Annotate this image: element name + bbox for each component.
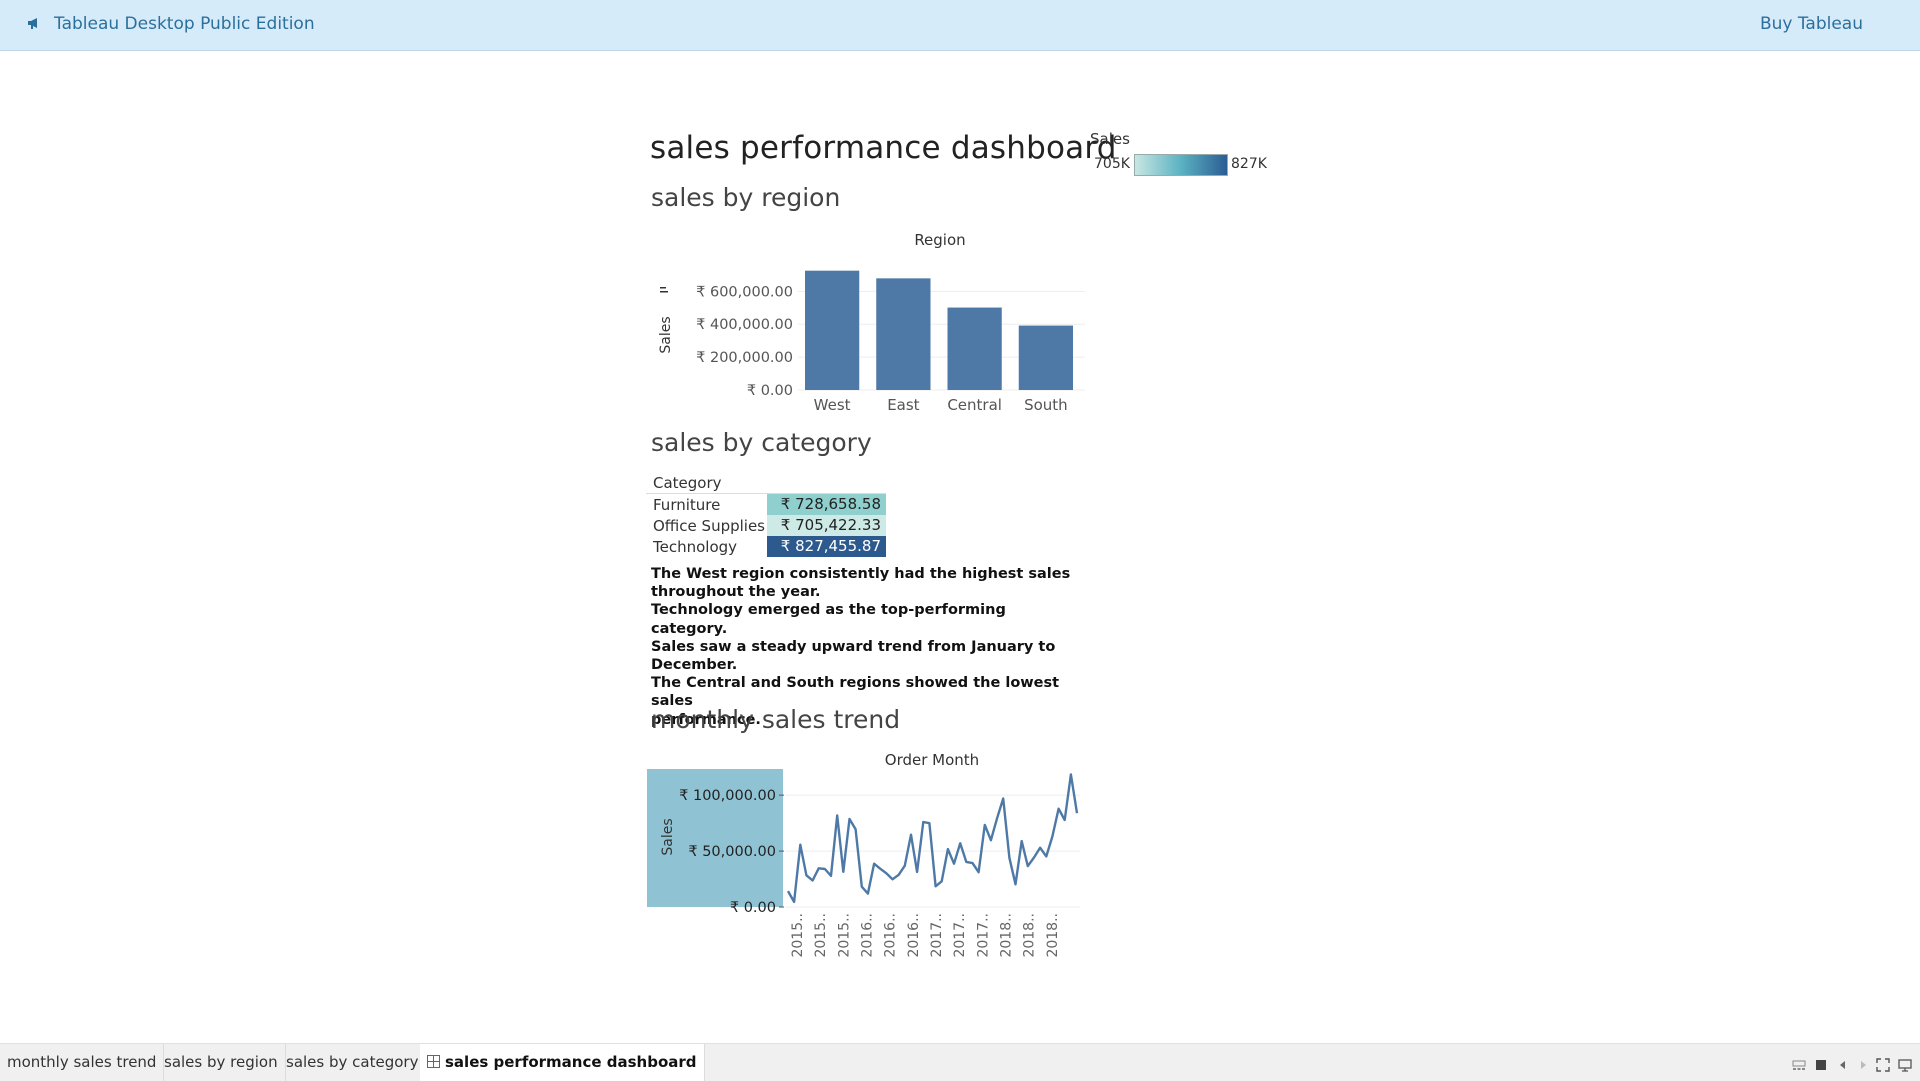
megaphone-icon[interactable]	[26, 15, 42, 31]
tab-sales-by-category[interactable]: sales by category	[279, 1044, 427, 1081]
section-title-trend: monthly sales trend	[651, 705, 901, 734]
category-name: Furniture	[653, 496, 721, 514]
x-tick-label: 2017..	[975, 913, 991, 958]
x-tick-label: 2018..	[1045, 913, 1061, 958]
dashboard-title: sales performance dashboard	[650, 130, 1117, 166]
sort-icon	[660, 287, 666, 289]
category-value-cell[interactable]: ₹ 705,422.33	[767, 515, 886, 536]
section-title-category: sales by category	[651, 428, 872, 457]
x-tick-label: East	[887, 396, 919, 414]
x-tick-label: 2016..	[860, 913, 876, 958]
x-tick-label: 2018..	[1022, 913, 1038, 958]
x-tick-label: 2015..	[836, 913, 852, 958]
y-axis-label: Sales	[660, 818, 676, 855]
tab-monthly-sales-trend[interactable]: monthly sales trend	[0, 1044, 165, 1081]
region-bar[interactable]	[947, 307, 1002, 390]
category-value-cell[interactable]: ₹ 827,455.87	[767, 536, 886, 557]
y-tick-label: ₹ 100,000.00	[679, 788, 776, 804]
x-tick-label: 2017..	[929, 913, 945, 958]
filmstrip-view-icon[interactable]	[1792, 1058, 1806, 1072]
legend-min-label: 705K	[1094, 156, 1130, 172]
previous-sheet-icon[interactable]	[1836, 1058, 1850, 1072]
tab-sales-performance-dashboard[interactable]: sales performance dashboard	[420, 1044, 705, 1081]
sales-trend-line[interactable]	[786, 773, 1079, 904]
category-name: Technology	[653, 538, 738, 556]
category-name: Office Supplies	[653, 517, 766, 535]
x-tick-label: 2016..	[883, 913, 899, 958]
tab-sales-by-region[interactable]: sales by region	[157, 1044, 286, 1081]
category-value-cell[interactable]: ₹ 728,658.58	[767, 494, 886, 515]
x-tick-label: 2015..	[813, 913, 829, 958]
y-tick-label: ₹ 0.00	[747, 383, 793, 399]
y-tick-label: ₹ 600,000.00	[696, 284, 793, 300]
y-tick-label: ₹ 400,000.00	[696, 317, 793, 333]
dashboard-tab-icon	[427, 1055, 440, 1068]
sheet-view-icon[interactable]	[1814, 1058, 1828, 1072]
chart-header: Region	[914, 231, 965, 249]
presentation-mode-icon[interactable]	[1898, 1058, 1912, 1072]
x-tick-label: 2015..	[790, 913, 806, 958]
x-tick-label: West	[814, 396, 851, 414]
next-sheet-icon[interactable]	[1856, 1058, 1870, 1072]
region-bar[interactable]	[805, 270, 860, 390]
y-tick-label: ₹ 0.00	[730, 900, 776, 916]
category-row[interactable]: Furniture ₹ 728,658.58	[646, 494, 886, 515]
insight-line: The West region consistently had the hig…	[651, 566, 1071, 582]
section-title-region: sales by region	[651, 183, 841, 212]
x-tick-label: 2017..	[952, 913, 968, 958]
insight-line: Sales saw a steady upward trend from Jan…	[651, 638, 1056, 655]
tab-label: sales by region	[164, 1053, 278, 1071]
region-bar-chart[interactable]: Region ₹ 600,000.00 ₹ 400,000.00 ₹ 200,000.…	[650, 225, 1090, 415]
tab-label: sales performance dashboard	[445, 1053, 697, 1071]
insight-line: December.	[651, 657, 738, 674]
y-tick-label: ₹ 200,000.00	[696, 350, 793, 366]
region-bar[interactable]	[1018, 325, 1073, 390]
tab-label: monthly sales trend	[7, 1053, 157, 1071]
insight-line: throughout the year.	[651, 584, 821, 601]
monthly-trend-line-chart[interactable]: Order Month Sales₹ 100,000.00 ₹ 50,000.00 ₹…	[645, 745, 1085, 970]
app-title: Tableau Desktop Public Edition	[54, 14, 315, 34]
x-tick-label: 2016..	[906, 913, 922, 958]
fullscreen-icon[interactable]	[1876, 1058, 1890, 1072]
y-tick-label: ₹ 50,000.00	[688, 844, 776, 860]
category-row[interactable]: Technology ₹ 827,455.87	[646, 536, 886, 557]
tab-label: sales by category	[286, 1053, 419, 1071]
y-axis-label: Sales	[658, 316, 674, 353]
insight-line: Technology emerged as the top-performing…	[651, 602, 1006, 637]
buy-tableau-link[interactable]: Buy Tableau	[1760, 14, 1863, 34]
legend-max-label: 827K	[1231, 156, 1267, 172]
category-row[interactable]: Office Supplies ₹ 705,422.33	[646, 515, 886, 536]
top-bar: Tableau Desktop Public Edition Buy Table…	[0, 0, 1920, 51]
region-bar[interactable]	[876, 278, 931, 390]
x-tick-label: Central	[947, 396, 1002, 414]
category-column-header: Category	[653, 474, 722, 492]
x-tick-label: 2018..	[999, 913, 1015, 958]
x-tick-label: South	[1024, 396, 1068, 414]
chart-header: Order Month	[885, 751, 979, 769]
color-legend-gradient[interactable]	[1134, 154, 1228, 176]
sort-icon	[660, 291, 668, 293]
sheet-tab-bar: monthly sales trend sales by region sale…	[0, 1043, 1920, 1081]
legend-title: Sales	[1090, 130, 1130, 148]
